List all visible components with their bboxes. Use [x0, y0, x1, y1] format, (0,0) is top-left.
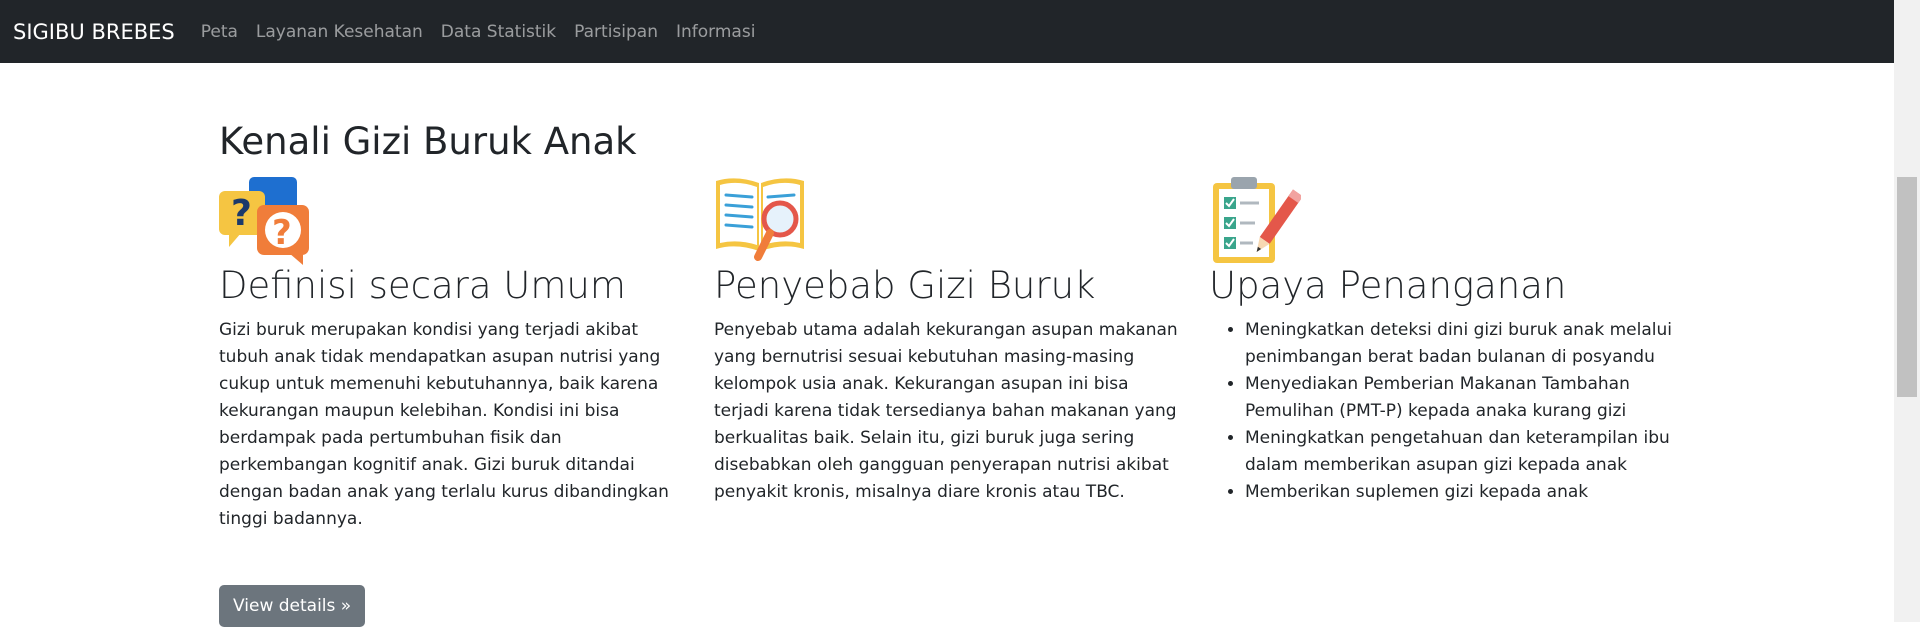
nav-link-partisipan[interactable]: Partisipan — [574, 22, 658, 42]
column-text-penyebab: Penyebab utama adalah kekurangan asupan … — [714, 320, 1178, 502]
view-details-button[interactable]: View details » — [219, 585, 366, 627]
column-title-penyebab: Penyebab Gizi Buruk — [714, 264, 1096, 307]
svg-text:?: ? — [272, 213, 292, 253]
page-heading: Kenali Gizi Buruk Anak — [219, 120, 637, 163]
list-item: Meningkatkan deteksi dini gizi buruk ana… — [1245, 317, 1679, 371]
nav-link-data-statistik[interactable]: Data Statistik — [441, 22, 556, 42]
svg-text:?: ? — [231, 193, 252, 234]
column-title-definisi: Definisi secara Umum — [219, 264, 626, 307]
scrollbar-thumb[interactable] — [1897, 177, 1917, 397]
list-item: Menyediakan Pemberian Makanan Tambahan P… — [1245, 371, 1679, 425]
book-magnifier-icon — [714, 175, 806, 265]
top-navbar: SIGIBU BREBES Peta Layanan Kesehatan Dat… — [0, 0, 1894, 63]
list-item: Meningkatkan pengetahuan dan keterampila… — [1245, 425, 1679, 479]
list-item: Memberikan suplemen gizi kepada anak — [1245, 479, 1679, 506]
nav-link-informasi[interactable]: Informasi — [676, 22, 755, 42]
clipboard-checklist-icon — [1209, 175, 1303, 265]
nav-link-peta[interactable]: Peta — [201, 22, 238, 42]
column-title-upaya: Upaya Penanganan — [1209, 264, 1567, 307]
question-bubbles-icon: ? ? — [219, 175, 311, 265]
column-definisi: ? ? Definisi secara Umum Gizi buruk meru… — [219, 175, 689, 627]
column-penyebab: Penyebab Gizi Buruk Penyebab utama adala… — [714, 175, 1184, 502]
column-text-definisi: Gizi buruk merupakan kondisi yang terjad… — [219, 320, 669, 529]
upaya-list: Meningkatkan deteksi dini gizi buruk ana… — [1209, 317, 1679, 506]
vertical-scrollbar[interactable] — [1894, 0, 1920, 622]
column-upaya: Upaya Penanganan Meningkatkan deteksi di… — [1209, 175, 1679, 502]
nav-link-layanan-kesehatan[interactable]: Layanan Kesehatan — [256, 22, 423, 42]
navbar-brand[interactable]: SIGIBU BREBES — [13, 20, 175, 44]
